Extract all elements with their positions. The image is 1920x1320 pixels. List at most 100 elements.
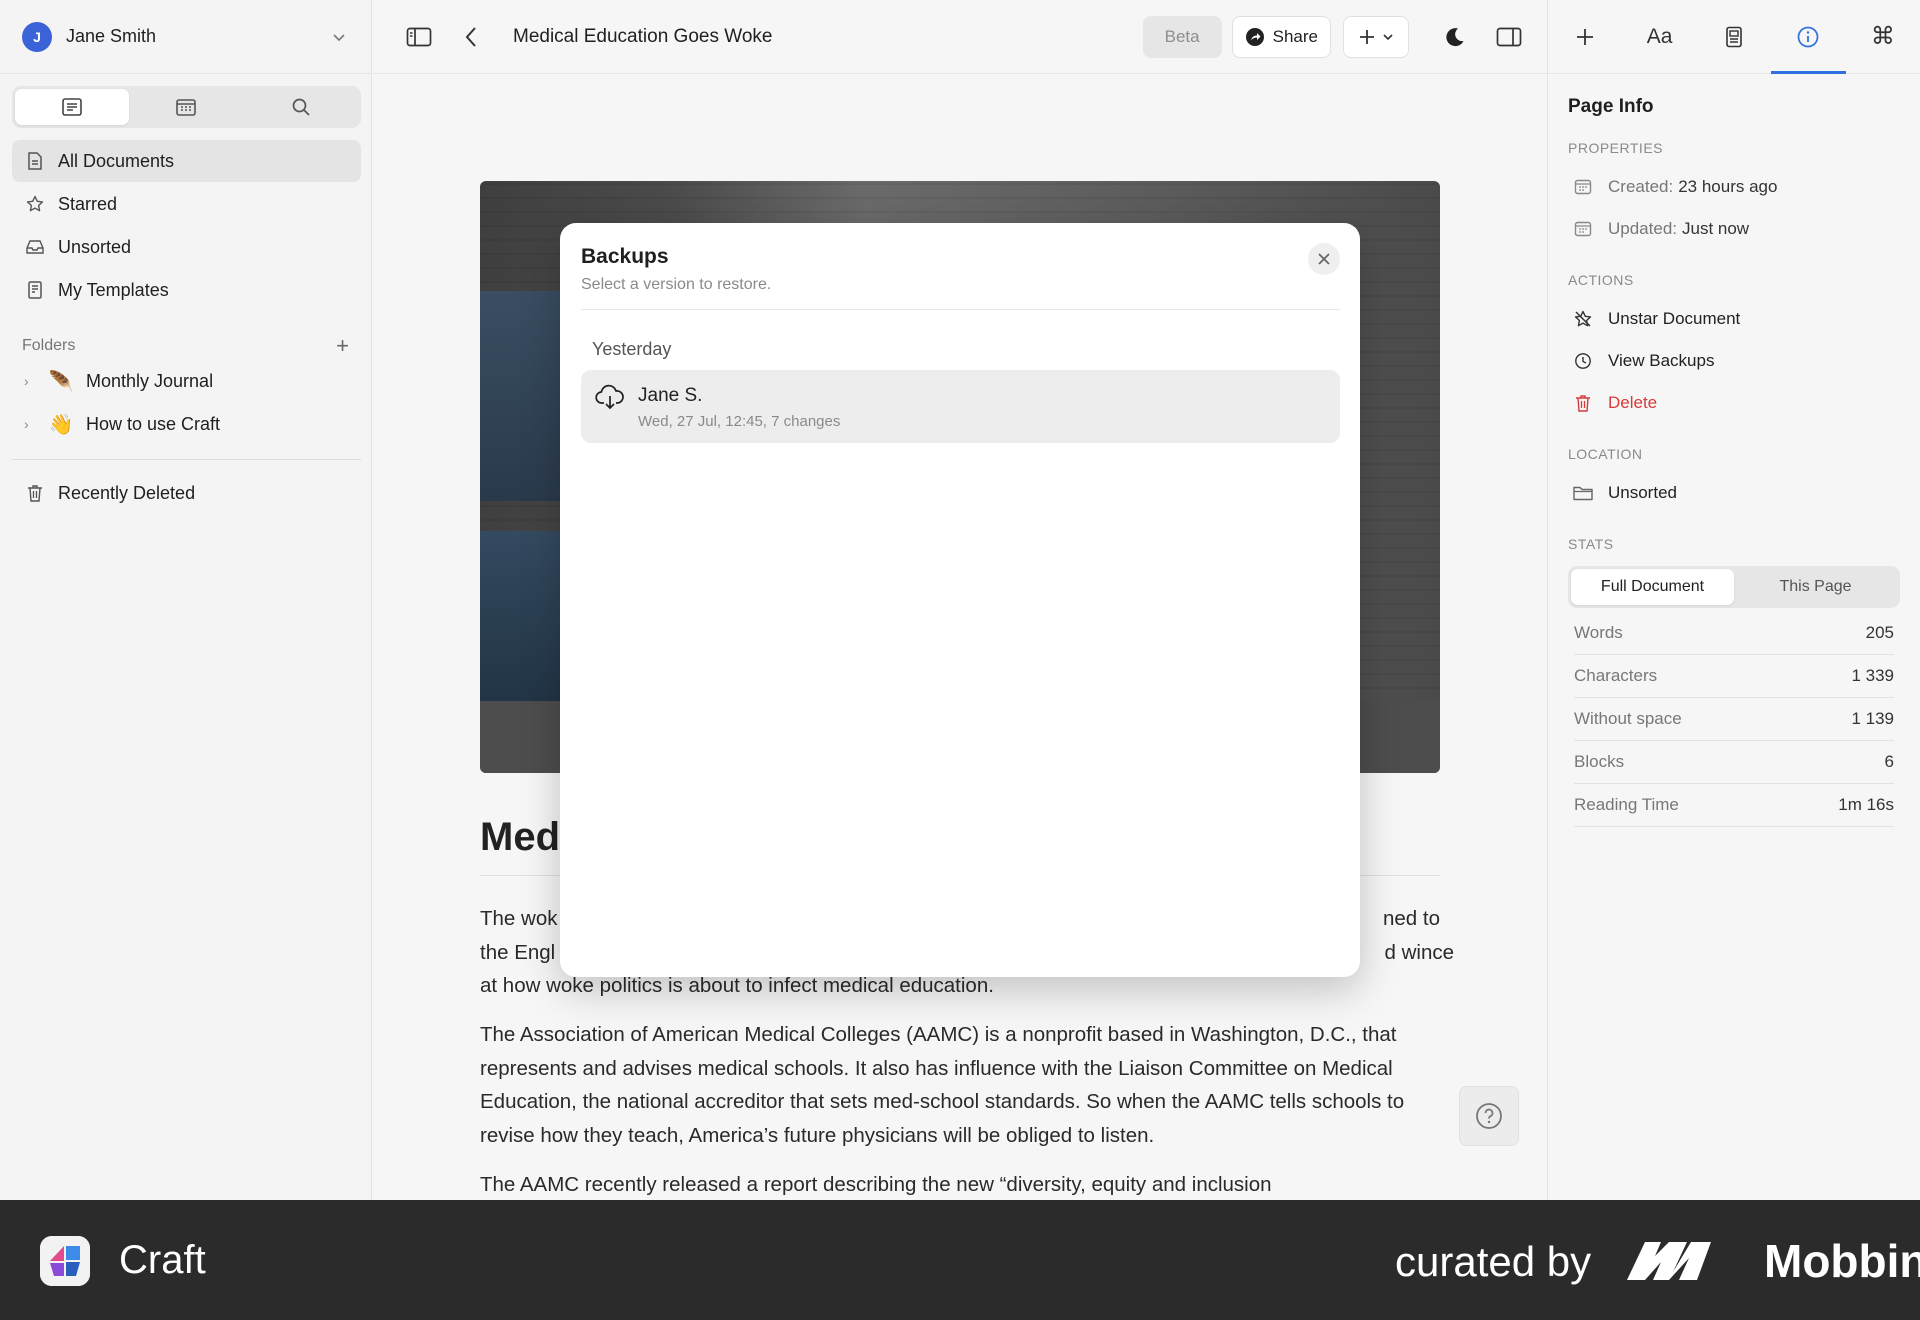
unstar-icon <box>1572 308 1594 330</box>
sidebar-item-recently-deleted[interactable]: Recently Deleted <box>12 472 361 514</box>
stat-value: 6 <box>1884 752 1894 771</box>
text-style-icon: Aa <box>1646 24 1673 48</box>
close-icon <box>1318 253 1330 265</box>
tab-shortcuts[interactable]: ⌘ <box>1846 0 1920 73</box>
section-label: STATS <box>1568 536 1614 552</box>
paragraph-fragment: The wok <box>480 907 558 930</box>
top-bar: Medical Education Goes Woke Beta Share <box>373 0 1547 74</box>
chevron-right-icon[interactable]: › <box>24 373 38 389</box>
sidebar-item-starred[interactable]: Starred <box>12 183 361 225</box>
chevron-down-icon[interactable] <box>329 27 349 47</box>
paragraph-3[interactable]: The AAMC recently released a report desc… <box>480 1168 1460 1200</box>
tab-this-page[interactable]: This Page <box>1734 569 1897 605</box>
craft-logo-icon <box>40 1236 90 1286</box>
calendar-view-tab[interactable] <box>129 89 243 125</box>
feather-emoji: 🪶 <box>48 370 74 393</box>
tab-full-document[interactable]: Full Document <box>1571 569 1734 605</box>
unstar-document-action[interactable]: Unstar Document <box>1572 298 1920 340</box>
section-label: ACTIONS <box>1568 272 1634 288</box>
backups-modal: Backups Select a version to restore. Yes… <box>560 223 1360 977</box>
modal-subtitle: Select a version to restore. <box>581 276 772 293</box>
section-label: LOCATION <box>1568 446 1643 462</box>
chevron-down-icon <box>1383 33 1393 40</box>
sidebar-item-all-documents[interactable]: All Documents <box>12 140 361 182</box>
sidebar-view-switcher <box>12 86 361 128</box>
plus-icon <box>1577 28 1594 45</box>
view-backups-action[interactable]: View Backups <box>1572 340 1920 382</box>
footer-banner: Craft curated by Mobbin <box>0 1200 1920 1320</box>
stats-list: Words 205 Characters 1 339 Without space 1 … <box>1548 612 1920 827</box>
tab-page-style[interactable] <box>1697 0 1771 73</box>
waving-hand-emoji: 👋 <box>48 413 74 436</box>
paragraph-fragment: ned to <box>1383 907 1440 930</box>
dark-mode-icon[interactable] <box>1433 15 1477 59</box>
toggle-sidebar-icon[interactable] <box>397 15 441 59</box>
help-button[interactable] <box>1459 1086 1519 1146</box>
stat-label: Blocks <box>1574 752 1625 771</box>
avatar: J <box>22 21 52 52</box>
tab-page-info[interactable] <box>1771 0 1847 74</box>
right-panel: Aa ⌘ Page Info PROPERTIES Created: 23 ho… <box>1547 0 1920 1200</box>
document-icon <box>24 150 46 172</box>
sidebar: J Jane Smith All Documents Starred Unsor… <box>0 0 372 1200</box>
document-list-icon <box>62 98 82 116</box>
beta-button[interactable]: Beta <box>1142 15 1222 58</box>
folder-item-how-to-use-craft[interactable]: › 👋 How to use Craft <box>0 403 371 445</box>
add-block-button[interactable] <box>1343 15 1409 58</box>
panel-title: Page Info <box>1568 96 1654 117</box>
user-switcher[interactable]: J Jane Smith <box>0 0 371 74</box>
delete-action[interactable]: Delete <box>1572 382 1920 424</box>
curated-by-label: curated by <box>1395 1238 1592 1285</box>
documents-view-tab[interactable] <box>15 89 130 125</box>
close-button[interactable] <box>1308 243 1340 275</box>
chevron-right-icon[interactable]: › <box>24 416 38 432</box>
paragraph-2[interactable]: The Association of American Medical Coll… <box>480 1018 1460 1152</box>
brand-name: Mobbin <box>1764 1235 1920 1287</box>
trash-icon <box>24 482 46 504</box>
folders-label: Folders <box>22 337 76 354</box>
location-row[interactable]: Unsorted <box>1572 472 1920 514</box>
updated-value: Just now <box>1682 219 1750 238</box>
calendar-icon <box>176 99 197 116</box>
stat-label: Characters <box>1574 666 1658 685</box>
star-icon <box>24 193 46 215</box>
back-arrow-icon[interactable] <box>449 15 493 59</box>
backup-group-label: Yesterday <box>592 339 672 359</box>
folders-header: Folders + <box>22 333 349 359</box>
stat-value: 205 <box>1865 623 1894 642</box>
page-card-icon <box>1726 26 1742 47</box>
user-name: Jane Smith <box>66 26 157 46</box>
info-icon <box>1798 26 1819 47</box>
right-panel-tabs: Aa ⌘ <box>1548 0 1920 74</box>
folder-item-monthly-journal[interactable]: › 🪶 Monthly Journal <box>0 360 371 402</box>
search-icon <box>292 98 310 116</box>
backup-item[interactable]: Jane S. Wed, 27 Jul, 12:45, 7 changes <box>581 370 1340 443</box>
stat-row: Characters 1 339 <box>1574 655 1894 698</box>
paragraph-fragment: d wince <box>1384 940 1454 964</box>
sidebar-item-unsorted[interactable]: Unsorted <box>12 226 361 268</box>
tab-insert[interactable] <box>1548 0 1622 73</box>
paragraph-fragment: the Engl <box>480 940 556 964</box>
tab-style[interactable]: Aa <box>1622 0 1696 73</box>
folder-label: Monthly Journal <box>86 370 214 391</box>
stat-row: Words 205 <box>1574 612 1894 655</box>
toggle-right-panel-icon[interactable] <box>1487 15 1531 59</box>
stats-scope-switcher: Full Document This Page <box>1568 566 1900 608</box>
share-button[interactable]: Share <box>1231 15 1331 58</box>
created-label: Created: <box>1608 177 1674 196</box>
calendar-icon <box>1572 218 1594 240</box>
sidebar-item-label: Starred <box>58 193 118 214</box>
folder-label: How to use Craft <box>86 413 221 434</box>
command-icon: ⌘ <box>1870 23 1895 50</box>
add-folder-icon[interactable]: + <box>336 335 349 357</box>
action-label: View Backups <box>1608 351 1715 370</box>
sidebar-item-my-templates[interactable]: My Templates <box>12 269 361 311</box>
cloud-download-icon <box>595 384 625 414</box>
backup-meta: Wed, 27 Jul, 12:45, 7 changes <box>638 413 841 430</box>
search-view-tab[interactable] <box>244 89 358 125</box>
stat-label: Without space <box>1574 709 1682 728</box>
document-heading[interactable]: Med <box>480 815 560 860</box>
folder-icon <box>1572 482 1594 504</box>
location-value: Unsorted <box>1608 483 1677 502</box>
updated-label: Updated: <box>1608 219 1677 238</box>
